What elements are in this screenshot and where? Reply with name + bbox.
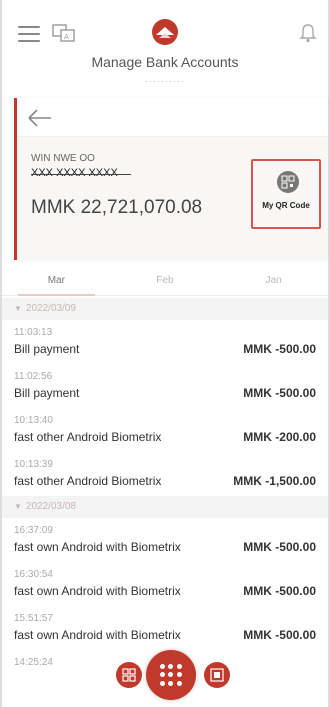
qr-code-icon bbox=[277, 171, 299, 193]
app-screen: A Manage Bank Accounts ·········· WIN NW… bbox=[0, 0, 330, 707]
collapse-icon: ▼ bbox=[14, 304, 22, 313]
list-item[interactable]: 10:13:40 fast other Android Biometrix MM… bbox=[2, 408, 328, 452]
transaction-list[interactable]: ▼ 2022/03/09 11:03:13 Bill payment MMK -5… bbox=[2, 298, 328, 707]
tab-mar[interactable]: Mar bbox=[2, 262, 111, 296]
bank-logo-icon bbox=[151, 18, 179, 46]
collapse-icon: ▼ bbox=[14, 502, 22, 511]
language-icon[interactable]: A bbox=[52, 22, 78, 44]
tab-feb[interactable]: Feb bbox=[111, 262, 220, 295]
my-qr-code-button[interactable]: My QR Code bbox=[251, 159, 321, 229]
list-item[interactable]: 11:03:13 Bill payment MMK -500.00 bbox=[2, 320, 328, 364]
back-arrow-icon[interactable] bbox=[27, 108, 53, 128]
account-card: WIN NWE OO XXX XXXX XXXX MMK 22,721,070.… bbox=[14, 98, 328, 260]
account-name: WIN NWE OO bbox=[31, 153, 95, 164]
account-summary: WIN NWE OO XXX XXXX XXXX MMK 22,721,070.… bbox=[17, 136, 328, 260]
account-balance: MMK 22,721,070.08 bbox=[31, 197, 203, 218]
bell-icon[interactable] bbox=[298, 22, 318, 44]
menu-icon[interactable] bbox=[18, 26, 40, 42]
list-item[interactable]: 16:37:09 fast own Android with Biometrix… bbox=[2, 518, 328, 562]
grid-menu-icon bbox=[160, 664, 182, 686]
qr-code-label: My QR Code bbox=[262, 201, 310, 210]
month-tabs: Mar Feb Jan bbox=[2, 262, 328, 296]
list-item[interactable]: 16:30:54 fast own Android with Biometrix… bbox=[2, 562, 328, 606]
svg-text:A: A bbox=[64, 33, 69, 41]
my-qr-button[interactable] bbox=[204, 662, 230, 688]
list-item[interactable]: 10:13:39 fast other Android Biometrix MM… bbox=[2, 452, 328, 496]
qr-code-icon bbox=[210, 668, 224, 682]
qr-scan-button[interactable] bbox=[116, 662, 142, 688]
main-menu-button[interactable] bbox=[146, 650, 196, 700]
date-group-header[interactable]: ▼ 2022/03/08 bbox=[2, 496, 328, 518]
page-title: Manage Bank Accounts bbox=[91, 54, 239, 70]
account-number-strike bbox=[31, 174, 131, 175]
list-item[interactable]: 11:02:56 Bill payment MMK -500.00 bbox=[2, 364, 328, 408]
qr-scan-icon bbox=[122, 668, 136, 682]
page-subtitle: ·········· bbox=[145, 76, 185, 86]
account-number: XXX XXXX XXXX bbox=[31, 167, 118, 179]
list-item[interactable]: 15:51:57 fast own Android with Biometrix… bbox=[2, 606, 328, 650]
floating-action-bar bbox=[112, 650, 232, 700]
top-header: A Manage Bank Accounts ·········· bbox=[2, 0, 328, 95]
date-group-header[interactable]: ▼ 2022/03/09 bbox=[2, 298, 328, 320]
tab-jan[interactable]: Jan bbox=[219, 262, 328, 295]
